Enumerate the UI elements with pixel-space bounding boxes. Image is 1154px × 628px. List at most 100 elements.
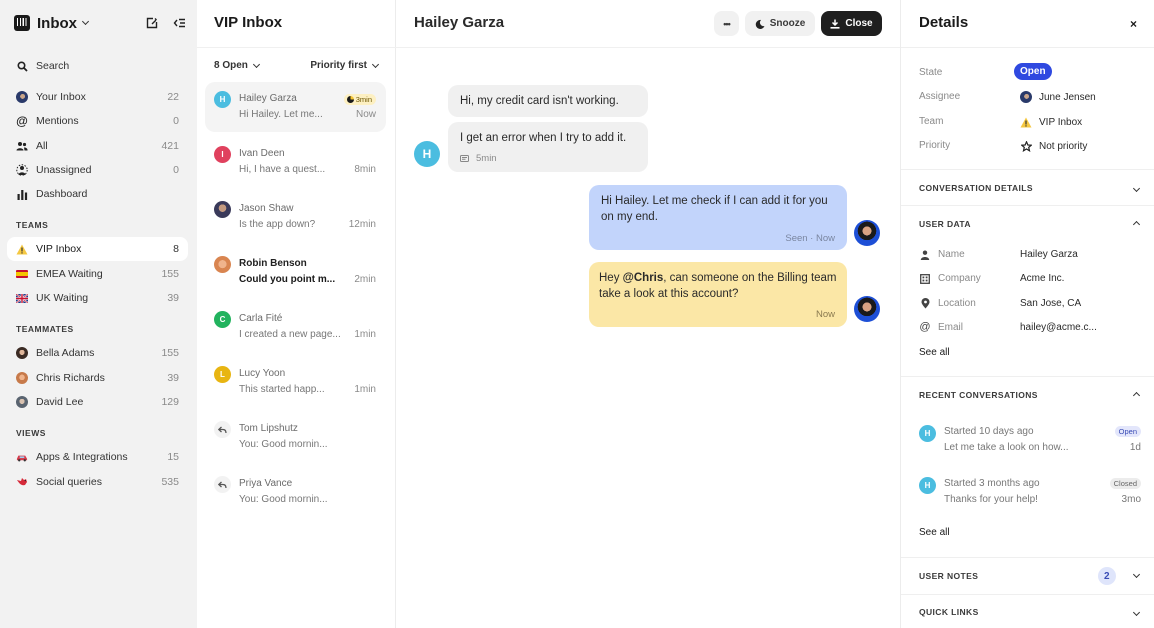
divider <box>901 47 1154 48</box>
inbox-switcher[interactable]: Inbox <box>37 15 77 32</box>
field-label: Location <box>938 298 976 309</box>
at-icon: @ <box>16 114 28 128</box>
priority-text: Not priority <box>1039 140 1088 152</box>
uk-flag-icon <box>16 292 28 304</box>
close-details-button[interactable]: × <box>1130 17 1137 31</box>
chevron-down-icon <box>252 60 260 68</box>
sidebar-item-bella-adams[interactable]: Bella Adams 155 <box>7 341 188 365</box>
state-label: State <box>919 67 943 78</box>
conversation-item[interactable]: Jason Shaw Is the app down? 12min <box>205 192 386 242</box>
message-text: I get an error when I try to add it. <box>460 132 627 144</box>
user-data-email-value[interactable]: hailey@acme.c... <box>1020 322 1097 333</box>
sidebar-item-social-queries[interactable]: Social queries 535 <box>7 470 188 494</box>
sidebar-item-chris-richards[interactable]: Chris Richards 39 <box>7 366 188 390</box>
conversation-item[interactable]: Tom Lipshutz You: Good mornin... <box>205 412 386 462</box>
channel-chat-icon <box>460 154 470 164</box>
sidebar-item-david-lee[interactable]: David Lee 129 <box>7 390 188 414</box>
mention-link[interactable]: @Chris <box>623 272 664 284</box>
sidebar-item-label: Your Inbox <box>36 91 86 103</box>
team-name: VIP Inbox <box>1039 116 1083 128</box>
sidebar-item-emea-waiting[interactable]: EMEA Waiting 155 <box>7 262 188 286</box>
search-button[interactable]: Search <box>7 54 188 78</box>
sort-dropdown[interactable]: Priority first <box>310 60 380 71</box>
conversation-item[interactable]: I Ivan Deen Hi, I have a quest... 8min <box>205 137 386 187</box>
sla-badge: 3min <box>343 94 376 105</box>
conversation-item[interactable]: L Lucy Yoon This started happ... 1min <box>205 357 386 407</box>
chevron-up-icon <box>1132 391 1141 400</box>
avatar-icon <box>16 91 28 103</box>
sidebar-item-apps-integrations[interactable]: Apps & Integrations 15 <box>7 445 188 469</box>
user-data-location-label: Location <box>919 298 976 309</box>
avatar <box>214 256 231 273</box>
recent-conversation-time: 3mo <box>1121 494 1141 505</box>
sidebar-item-vip-inbox[interactable]: VIP Inbox 8 <box>7 237 188 261</box>
sidebar-item-count: 15 <box>167 451 179 463</box>
user-data-see-all-link[interactable]: See all <box>919 347 950 358</box>
sidebar-item-unassigned[interactable]: Unassigned 0 <box>7 158 188 182</box>
compose-icon[interactable] <box>145 16 159 30</box>
recent-conversation-item[interactable]: H Started 3 months ago Closed Thanks for… <box>919 476 1141 510</box>
more-options-button[interactable]: ••• <box>714 11 739 36</box>
conversation-preview: I created a new page... <box>239 329 341 340</box>
avatar-icon <box>16 396 28 408</box>
priority-value[interactable]: Not priority <box>1020 140 1087 152</box>
recent-conversations-section[interactable]: RECENT CONVERSATIONS <box>919 390 1141 400</box>
recent-conversation-item[interactable]: H Started 10 days ago Open Let me take a… <box>919 424 1141 458</box>
warning-emoji-icon <box>16 243 28 255</box>
status-filter-dropdown[interactable]: 8 Open <box>214 60 260 71</box>
recent-conversations-see-all-link[interactable]: See all <box>919 527 950 538</box>
sidebar-item-count: 129 <box>161 396 179 408</box>
sidebar-item-label: Dashboard <box>36 188 88 200</box>
user-data-section[interactable]: USER DATA <box>919 219 1141 229</box>
sidebar-item-count: 155 <box>161 268 179 280</box>
quick-links-section[interactable]: QUICK LINKS <box>919 607 1141 617</box>
message-text: Hi, my credit card isn't working. <box>460 95 619 107</box>
sidebar-item-label: UK Waiting <box>36 292 89 304</box>
avatar-icon <box>16 347 28 359</box>
snooze-label: Snooze <box>769 18 806 29</box>
sidebar-header: Inbox <box>14 13 186 33</box>
conversation-item[interactable]: C Carla Fité I created a new page... 1mi… <box>205 302 386 352</box>
sidebar-item-uk-waiting[interactable]: UK Waiting 39 <box>7 286 188 310</box>
sidebar-item-dashboard[interactable]: Dashboard <box>7 182 188 206</box>
conversation-item[interactable]: Priya Vance You: Good mornin... <box>205 467 386 517</box>
collapse-sidebar-icon[interactable] <box>172 16 186 30</box>
sidebar-item-all[interactable]: All 421 <box>7 134 188 158</box>
chevron-down-icon <box>1132 570 1141 579</box>
bird-emoji-icon <box>16 476 28 488</box>
sidebar-item-your-inbox[interactable]: Your Inbox 22 <box>7 85 188 109</box>
spain-flag-icon <box>16 268 28 280</box>
list-title: VIP Inbox <box>214 14 283 31</box>
field-label: Email <box>938 322 964 333</box>
reply-icon <box>214 476 231 493</box>
sidebar-item-label: Mentions <box>36 115 79 127</box>
recent-conversation-title: Started 10 days ago <box>944 426 1034 437</box>
building-icon <box>919 273 931 284</box>
team-value[interactable]: VIP Inbox <box>1020 116 1082 128</box>
sidebar-item-mentions[interactable]: @ Mentions 0 <box>7 109 188 133</box>
chevron-down-icon <box>371 60 380 68</box>
divider <box>901 557 1154 558</box>
conversation-time: 12min <box>348 219 376 230</box>
divider <box>197 47 396 48</box>
close-conversation-button[interactable]: Close <box>821 11 882 36</box>
message-meta: 5min <box>460 151 497 167</box>
user-notes-section[interactable]: USER NOTES 2 <box>919 567 1141 585</box>
views-heading: VIEWS <box>16 428 46 438</box>
conversation-details-section[interactable]: CONVERSATION DETAILS <box>919 183 1141 193</box>
sort-label: Priority first <box>310 60 367 71</box>
state-open-badge[interactable]: Open <box>1014 63 1052 80</box>
sidebar-item-label: Bella Adams <box>36 347 95 359</box>
conversation-item[interactable]: Robin Benson Could you point m... 2min <box>205 247 386 297</box>
snooze-button[interactable]: Snooze <box>745 11 815 36</box>
timer-icon <box>346 96 354 103</box>
state-value: Open <box>1014 63 1052 80</box>
message-time: Now <box>815 309 835 320</box>
sidebar-item-count: 535 <box>161 476 179 488</box>
chevron-down-icon[interactable] <box>81 17 90 26</box>
user-notes-count: 2 <box>1098 567 1116 585</box>
avatar: H <box>214 91 231 108</box>
assignee-value[interactable]: June Jensen <box>1020 91 1096 103</box>
details-panel: Details × State Open Assignee June Jense… <box>900 0 1154 628</box>
conversation-item[interactable]: H Hailey Garza 3min Hi Hailey. Let me...… <box>205 82 386 132</box>
